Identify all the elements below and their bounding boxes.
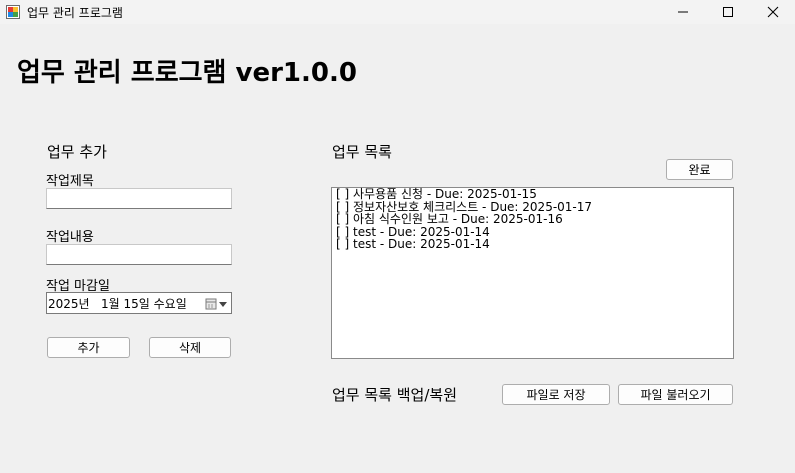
task-title-input[interactable] — [46, 188, 232, 209]
save-to-file-button[interactable]: 파일로 저장 — [502, 384, 610, 405]
due-date-value: 2025년 1월 15일 수요일 — [48, 297, 187, 311]
task-content-input[interactable] — [46, 244, 232, 265]
add-section-title: 업무 추가 — [47, 143, 107, 161]
minimize-icon — [678, 11, 688, 13]
load-file-button[interactable]: 파일 불러오기 — [618, 384, 733, 405]
complete-button[interactable]: 완료 — [666, 159, 733, 180]
calendar-dropdown-icon[interactable] — [205, 296, 229, 315]
delete-button[interactable]: 삭제 — [149, 337, 231, 358]
due-date-picker[interactable]: 2025년 1월 15일 수요일 — [46, 292, 232, 314]
title-bar: 업무 관리 프로그램 — [0, 0, 795, 24]
page-title: 업무 관리 프로그램 ver1.0.0 — [17, 58, 357, 88]
list-item[interactable]: [ ] 사무용품 신청 - Due: 2025-01-15 — [336, 188, 592, 201]
list-section-title: 업무 목록 — [332, 143, 392, 161]
list-item[interactable]: [ ] test - Due: 2025-01-14 — [336, 238, 592, 251]
backup-section-title: 업무 목록 백업/복원 — [332, 386, 457, 404]
list-item[interactable]: [ ] 아침 식수인원 보고 - Due: 2025-01-16 — [336, 213, 592, 226]
minimize-button[interactable] — [660, 0, 706, 24]
maximize-button[interactable] — [705, 0, 751, 24]
window-title: 업무 관리 프로그램 — [27, 6, 123, 20]
add-button[interactable]: 추가 — [47, 337, 130, 358]
close-icon — [767, 6, 779, 18]
task-listbox[interactable]: [ ] 사무용품 신청 - Due: 2025-01-15 [ ] 정보자산보호… — [331, 187, 734, 359]
task-content-label: 작업내용 — [46, 230, 94, 245]
app-icon — [6, 4, 20, 19]
task-title-label: 작업제목 — [46, 174, 94, 189]
close-button[interactable] — [750, 0, 795, 24]
maximize-icon — [723, 7, 733, 17]
